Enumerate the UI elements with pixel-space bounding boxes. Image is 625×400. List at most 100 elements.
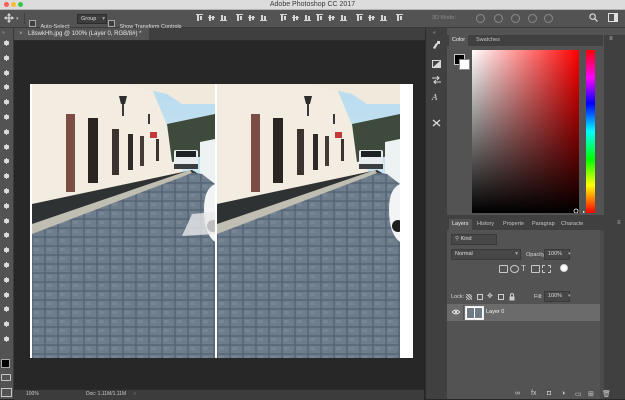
- lock-artboard-icon[interactable]: [498, 294, 504, 300]
- workspace-icon[interactable]: [608, 13, 618, 23]
- distribute-hcenter-icon[interactable]: [328, 14, 335, 22]
- adjustment-filter-icon[interactable]: [510, 265, 519, 273]
- tab-color[interactable]: Color: [449, 35, 469, 46]
- distribute-left-icon[interactable]: [316, 14, 323, 22]
- pixel-filter-icon[interactable]: [499, 265, 508, 273]
- hue-slider-handle-icon[interactable]: ▸: [583, 209, 585, 214]
- 3d-scale-icon[interactable]: [544, 14, 553, 23]
- quick-mask-icon[interactable]: [1, 374, 11, 381]
- folder-icon[interactable]: ▭: [575, 390, 582, 398]
- gradient-tool-icon[interactable]: [3, 202, 10, 209]
- screen-mode-icon[interactable]: [1, 388, 12, 397]
- lock-pixels-icon[interactable]: [477, 294, 483, 300]
- distribute-vcenter-icon[interactable]: [292, 14, 299, 22]
- lock-transparency-icon[interactable]: [466, 294, 472, 300]
- history-brush-icon[interactable]: [432, 41, 441, 49]
- tab-properties[interactable]: Properte: [500, 219, 527, 230]
- layer-filter-select[interactable]: ⚲ Kind: [451, 234, 497, 245]
- tab-character[interactable]: Characte: [558, 219, 586, 230]
- close-tab-icon[interactable]: ×: [19, 28, 23, 40]
- color-picker-field[interactable]: [472, 50, 579, 213]
- background-swatch[interactable]: [459, 59, 470, 70]
- distribute-right-icon[interactable]: [340, 14, 347, 22]
- layer-row[interactable]: Layer 0: [447, 304, 600, 321]
- tab-history[interactable]: History: [474, 219, 497, 230]
- search-icon[interactable]: [589, 13, 598, 22]
- document-canvas[interactable]: [30, 84, 413, 358]
- panel-menu-icon[interactable]: ≡: [617, 220, 621, 226]
- align-bottom-icon[interactable]: [220, 14, 227, 22]
- swap-arrows-icon[interactable]: [432, 76, 441, 84]
- history-brush-tool-icon[interactable]: [3, 173, 10, 180]
- dodge-tool-icon[interactable]: [3, 232, 10, 239]
- distribute-top-icon[interactable]: [280, 14, 287, 22]
- link-icon[interactable]: ∞: [515, 390, 520, 397]
- trash-icon[interactable]: 🗑: [602, 390, 611, 398]
- move-tool-icon[interactable]: [4, 13, 14, 23]
- move-tool-icon[interactable]: [3, 40, 10, 46]
- type-tool-icon[interactable]: [3, 262, 10, 268]
- distribute-bottom-icon[interactable]: [304, 14, 311, 22]
- auto-align-icon[interactable]: [356, 14, 363, 22]
- hand-tool-icon[interactable]: [3, 306, 10, 313]
- distribute-spacing-h-icon[interactable]: [380, 14, 387, 22]
- healing-brush-tool-icon[interactable]: [3, 128, 10, 135]
- align-left-icon[interactable]: [236, 14, 243, 22]
- eraser-tool-icon[interactable]: [3, 188, 10, 194]
- eye-icon[interactable]: [452, 309, 460, 315]
- auto-select-dropdown[interactable]: Group ▾: [77, 14, 107, 24]
- smart-object-filter-icon[interactable]: [542, 265, 551, 273]
- collapse-panels-icon[interactable]: ≡: [610, 36, 620, 42]
- tool-preset-chevron-icon[interactable]: ▾: [16, 16, 19, 22]
- align-vcenter-icon[interactable]: [208, 14, 215, 22]
- new-layer-icon[interactable]: ⊞: [588, 390, 594, 398]
- type-filter-icon[interactable]: T: [521, 264, 526, 273]
- layers-scrollbar[interactable]: [600, 230, 604, 399]
- opacity-field[interactable]: 100%: [544, 249, 570, 260]
- 3d-roll-icon[interactable]: [494, 14, 503, 23]
- adjustment-icon[interactable]: ◑: [561, 390, 565, 397]
- tab-swatches[interactable]: Swatches: [473, 35, 503, 46]
- hue-slider[interactable]: [586, 50, 595, 213]
- fill-chevron-icon[interactable]: ▾: [568, 293, 571, 299]
- adjustments-icon[interactable]: [432, 60, 441, 68]
- align-hcenter-icon[interactable]: [248, 14, 255, 22]
- auto-select-checkbox[interactable]: [29, 20, 36, 28]
- document-tab[interactable]: L8swkHh.jpg @ 100% (Layer 0, RGB/8#) *: [14, 28, 150, 40]
- fill-field[interactable]: 100%: [544, 291, 570, 302]
- marquee-tool-icon[interactable]: [3, 54, 10, 61]
- crop-tool-icon[interactable]: [3, 99, 10, 106]
- layer-name[interactable]: Layer 0: [486, 309, 504, 315]
- zoom-level[interactable]: 100%: [26, 391, 39, 397]
- collapse-strip-icon[interactable]: «: [433, 30, 436, 36]
- show-transform-checkbox[interactable]: [108, 20, 115, 28]
- path-selection-tool-icon[interactable]: [3, 276, 10, 283]
- rectangle-tool-icon[interactable]: [3, 291, 10, 298]
- character-icon[interactable]: A: [432, 94, 441, 102]
- tab-paragraph[interactable]: Paragrap: [529, 219, 558, 230]
- lasso-tool-icon[interactable]: [3, 69, 10, 76]
- brush-tool-icon[interactable]: [3, 143, 10, 150]
- tools-icon[interactable]: [432, 119, 441, 127]
- mask-icon[interactable]: ◘: [547, 390, 551, 397]
- lock-position-icon[interactable]: ✥: [487, 292, 493, 300]
- collapse-toolbar-icon[interactable]: »: [2, 30, 5, 36]
- auto-align-layers-icon[interactable]: [396, 14, 403, 22]
- eyedropper-tool-icon[interactable]: [3, 114, 10, 120]
- pen-tool-icon[interactable]: [3, 247, 10, 254]
- 3d-pan-icon[interactable]: [511, 14, 520, 23]
- blend-mode-select[interactable]: Normal ▾: [451, 249, 521, 260]
- 3d-orbit-icon[interactable]: [476, 14, 485, 23]
- tab-layers[interactable]: Layers: [449, 219, 472, 230]
- distribute-spacing-v-icon[interactable]: [368, 14, 375, 22]
- zoom-tool-icon[interactable]: [3, 321, 10, 328]
- clone-stamp-tool-icon[interactable]: [3, 158, 10, 165]
- align-right-icon[interactable]: [260, 14, 267, 22]
- shape-filter-icon[interactable]: [531, 265, 540, 273]
- opacity-chevron-icon[interactable]: ▾: [568, 251, 571, 257]
- lock-all-icon[interactable]: [509, 293, 515, 301]
- align-top-icon[interactable]: [196, 14, 203, 22]
- canvas-area[interactable]: [14, 41, 424, 389]
- edit-toolbar-icon[interactable]: [3, 336, 10, 342]
- 3d-slide-icon[interactable]: [528, 14, 537, 23]
